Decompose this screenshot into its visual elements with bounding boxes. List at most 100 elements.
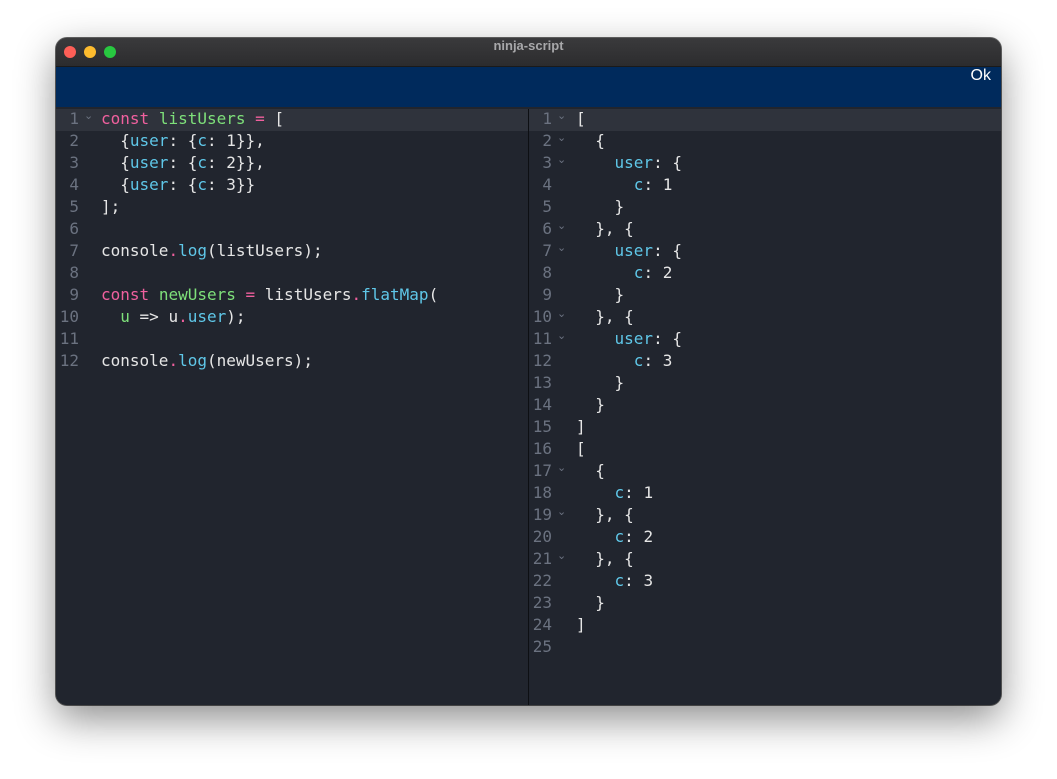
line-number: 16 — [532, 439, 552, 458]
line-code: } — [576, 197, 625, 216]
editor-line[interactable]: 4 {user: {c: 3}} — [56, 175, 528, 197]
code-token: user — [187, 307, 227, 326]
output-line[interactable]: 22 c: 3 — [529, 571, 1001, 593]
output-line[interactable]: 12 c: 3 — [529, 351, 1001, 373]
code-token: c — [614, 571, 625, 590]
line-number: 17 — [532, 461, 552, 480]
line-code: [ — [576, 439, 586, 458]
output-line[interactable]: 6 ⌄ }, { — [529, 219, 1001, 241]
code-token: }, { — [576, 549, 634, 568]
code-token: : 3}} — [206, 175, 256, 194]
fold-chevron-icon[interactable]: ⌄ — [557, 505, 566, 518]
editor-line[interactable]: 10 u => u.user); — [56, 307, 528, 329]
output-line[interactable]: 11 ⌄ user: { — [529, 329, 1001, 351]
line-code: { — [576, 461, 605, 480]
line-code: } — [576, 395, 605, 414]
output-line[interactable]: 18 c: 1 — [529, 483, 1001, 505]
fold-chevron-icon[interactable]: ⌄ — [557, 109, 566, 122]
output-line[interactable]: 23 } — [529, 593, 1001, 615]
fold-chevron-icon[interactable]: ⌄ — [557, 131, 566, 144]
editor-line[interactable]: 1 ⌄ const listUsers = [ — [56, 109, 528, 131]
output-line[interactable]: 5 } — [529, 197, 1001, 219]
fold-chevron-icon[interactable]: ⌄ — [557, 219, 566, 232]
ok-button[interactable]: Ok — [971, 67, 991, 107]
output-line[interactable]: 7 ⌄ user: { — [529, 241, 1001, 263]
line-code: user: { — [576, 241, 682, 260]
output-line[interactable]: 17 ⌄ { — [529, 461, 1001, 483]
code-token: . — [178, 307, 188, 326]
output-line[interactable]: 3 ⌄ user: { — [529, 153, 1001, 175]
line-number: 18 — [532, 483, 552, 502]
code-token: : { — [168, 175, 198, 194]
code-token: c — [197, 131, 207, 150]
output-line[interactable]: 20 c: 2 — [529, 527, 1001, 549]
line-code: }, { — [576, 505, 634, 524]
output-line[interactable]: 21 ⌄ }, { — [529, 549, 1001, 571]
line-number: 6 — [69, 219, 79, 238]
output-line[interactable]: 8 c: 2 — [529, 263, 1001, 285]
fold-chevron-icon[interactable]: ⌄ — [557, 549, 566, 562]
code-token: user — [129, 153, 169, 172]
fold-chevron-icon[interactable]: ⌄ — [557, 329, 566, 342]
line-code: c: 3 — [576, 351, 673, 370]
output-line[interactable]: 15] — [529, 417, 1001, 439]
output-line[interactable]: 19 ⌄ }, { — [529, 505, 1001, 527]
code-token: } — [576, 395, 605, 414]
code-token: . — [168, 241, 179, 260]
code-token: [ — [576, 109, 586, 128]
code-token: user — [614, 153, 654, 172]
editor-line[interactable]: 12 console.log(newUsers); — [56, 351, 528, 373]
code-token: { — [576, 461, 605, 480]
line-code: } — [576, 373, 625, 392]
line-number: 7 — [542, 241, 552, 260]
editor-line[interactable]: 11 — [56, 329, 528, 351]
editor-line[interactable]: 2 {user: {c: 1}}, — [56, 131, 528, 153]
output-line[interactable]: 16 [ — [529, 439, 1001, 461]
fold-chevron-icon[interactable]: ⌄ — [557, 461, 566, 474]
code-editor[interactable]: 1 ⌄ const listUsers = [2 {user: {c: 1}}, 3 … — [56, 109, 528, 705]
output-line[interactable]: 13 } — [529, 373, 1001, 395]
editor-line[interactable]: 6 — [56, 219, 528, 241]
output-line[interactable]: 2 ⌄ { — [529, 131, 1001, 153]
line-code: ] — [576, 615, 586, 634]
output-line[interactable]: 10 ⌄ }, { — [529, 307, 1001, 329]
editor-line[interactable]: 9 const newUsers = listUsers.flatMap( — [56, 285, 528, 307]
line-code: ]; — [101, 197, 120, 216]
fold-chevron-icon[interactable]: ⌄ — [557, 307, 566, 320]
editor-line[interactable]: 7 console.log(listUsers); — [56, 241, 528, 263]
code-token: ( — [428, 285, 439, 304]
output-line[interactable]: 24] — [529, 615, 1001, 637]
output-line[interactable]: 14 } — [529, 395, 1001, 417]
output-line[interactable]: 25 — [529, 637, 1001, 659]
line-code: console.log(listUsers); — [101, 241, 323, 260]
output-console[interactable]: 1 ⌄[2 ⌄ {3 ⌄ user: {4 c: 15 } 6 ⌄ }, {7 ⌄ user… — [529, 109, 1001, 705]
line-number: 9 — [542, 285, 552, 304]
line-number: 1 — [542, 109, 552, 128]
editor-line[interactable]: 5]; — [56, 197, 528, 219]
line-code: c: 1 — [576, 483, 654, 502]
output-line[interactable]: 4 c: 1 — [529, 175, 1001, 197]
output-line[interactable]: 1 ⌄ [ — [529, 109, 1001, 131]
fold-chevron-icon[interactable]: ⌄ — [557, 153, 566, 166]
fold-chevron-icon[interactable]: ⌄ — [557, 241, 566, 254]
code-token: const — [101, 109, 150, 128]
line-number: 15 — [532, 417, 552, 436]
line-number: 4 — [542, 175, 552, 194]
code-token: [ — [264, 109, 285, 128]
line-number: 4 — [69, 175, 79, 194]
code-token: }, { — [576, 307, 634, 326]
editor-line[interactable]: 8 — [56, 263, 528, 285]
line-code: {user: {c: 1}}, — [101, 131, 265, 150]
line-code: {user: {c: 3}} — [101, 175, 255, 194]
fold-chevron-icon[interactable]: ⌄ — [84, 109, 93, 122]
window-title: ninja-script — [493, 38, 564, 53]
output-line[interactable]: 9 } — [529, 285, 1001, 307]
editor-line[interactable]: 3 {user: {c: 2}}, — [56, 153, 528, 175]
